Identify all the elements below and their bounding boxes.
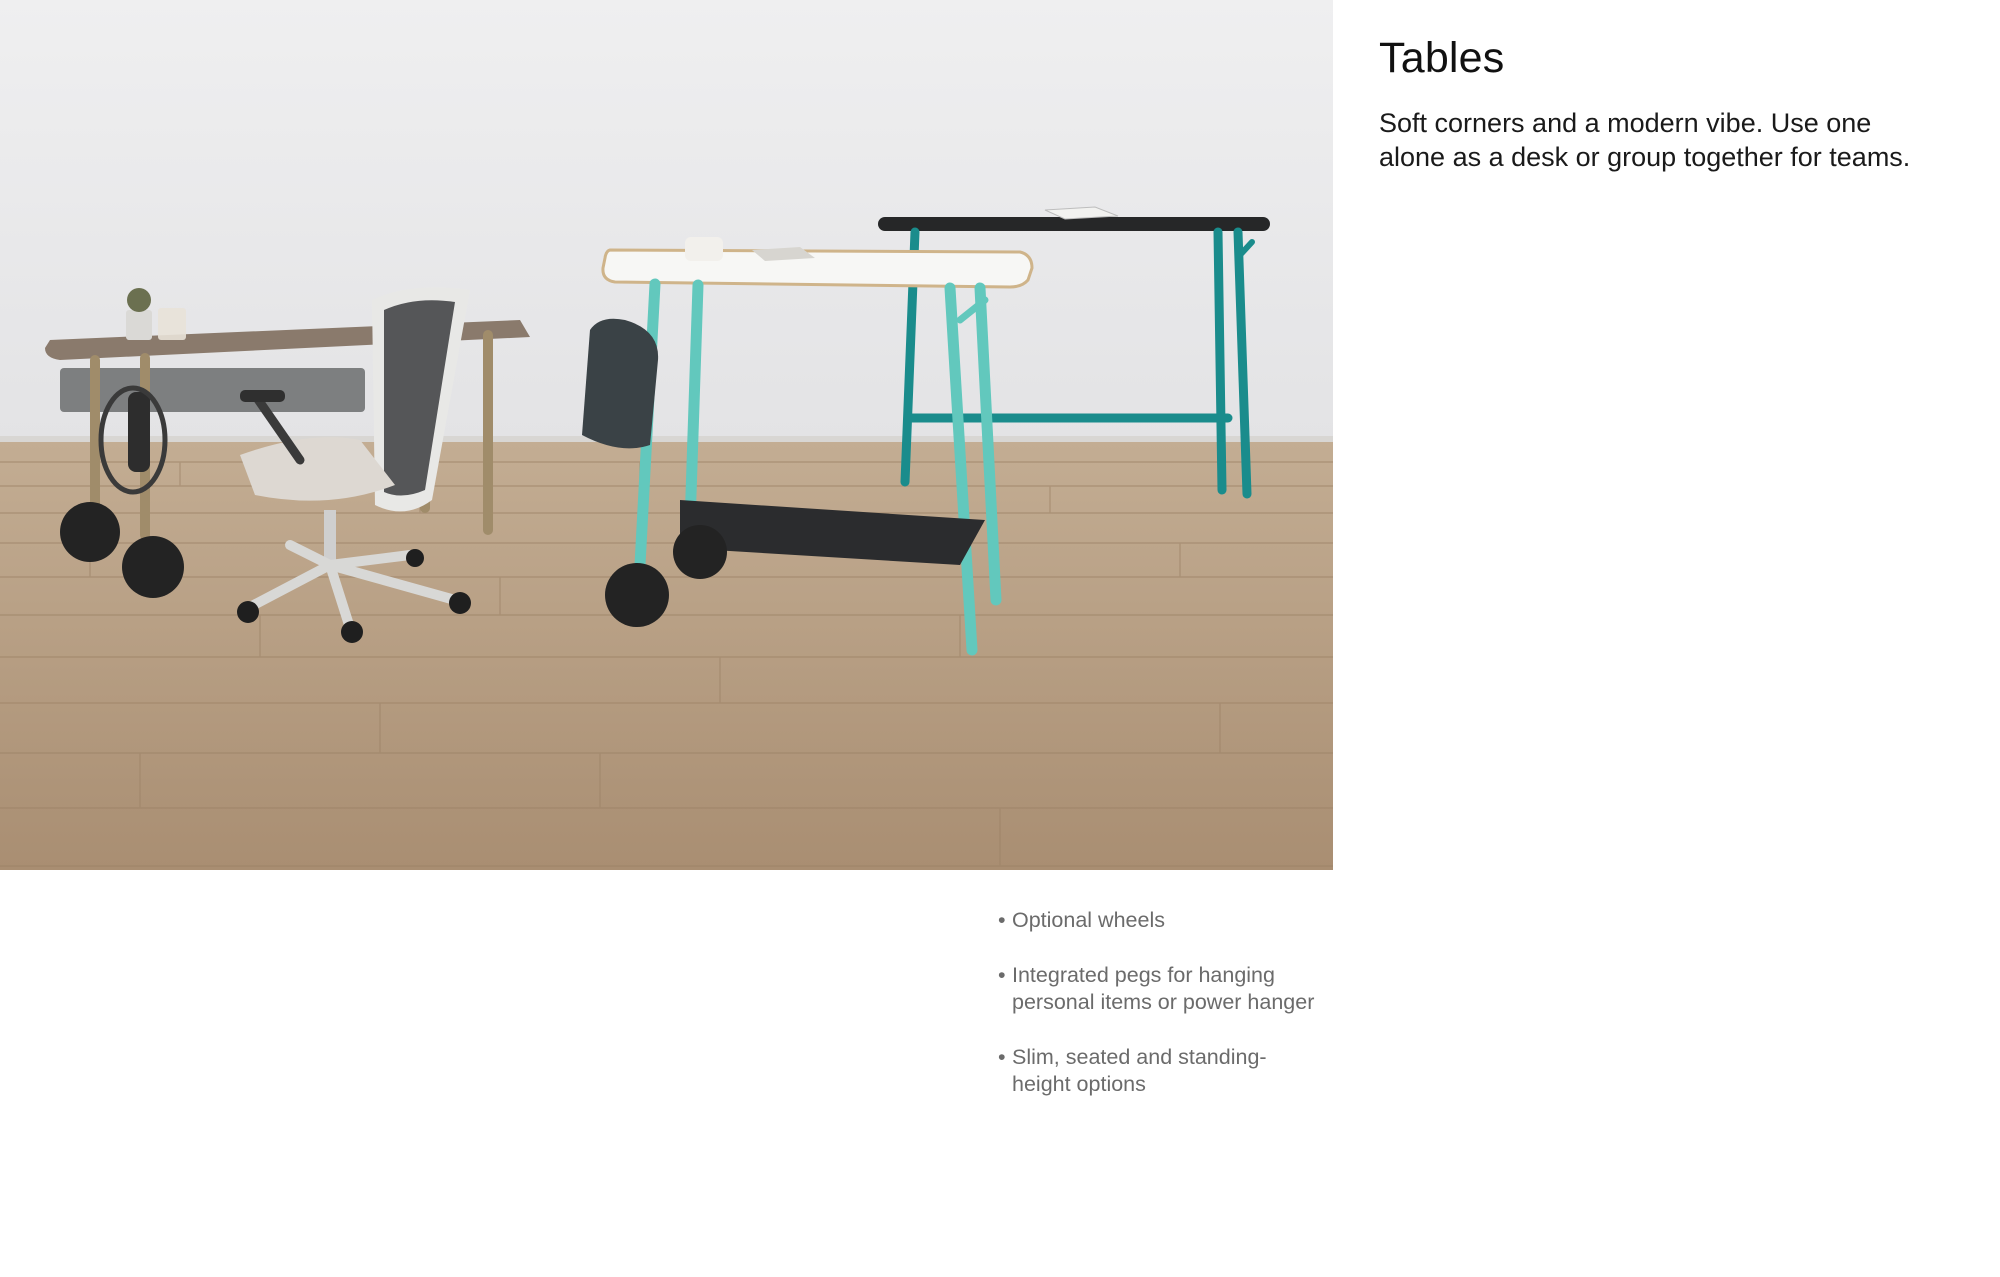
baseboard xyxy=(0,436,1333,442)
list-item: • Integrated pegs for hanging personal it… xyxy=(998,962,1318,1017)
intro-text: Soft corners and a modern vibe. Use one … xyxy=(1379,108,1911,172)
bullet-icon: • xyxy=(998,908,1006,932)
feature-text: Integrated pegs for hanging personal ite… xyxy=(1012,962,1315,1015)
list-item: • Optional wheels xyxy=(998,907,1318,935)
feature-list: • Optional wheels • Integrated pegs for ha… xyxy=(998,907,1318,1126)
page-title: Tables xyxy=(1379,34,1505,82)
list-item: • Slim, seated and standing-height option… xyxy=(998,1044,1318,1099)
wood-floor xyxy=(0,442,1333,870)
product-photo xyxy=(0,0,1333,870)
bullet-icon: • xyxy=(998,962,1006,987)
feature-text: Optional wheels xyxy=(1012,908,1165,932)
bullet-icon: • xyxy=(998,1044,1006,1069)
feature-text: Slim, seated and standing-height options xyxy=(1012,1044,1267,1097)
